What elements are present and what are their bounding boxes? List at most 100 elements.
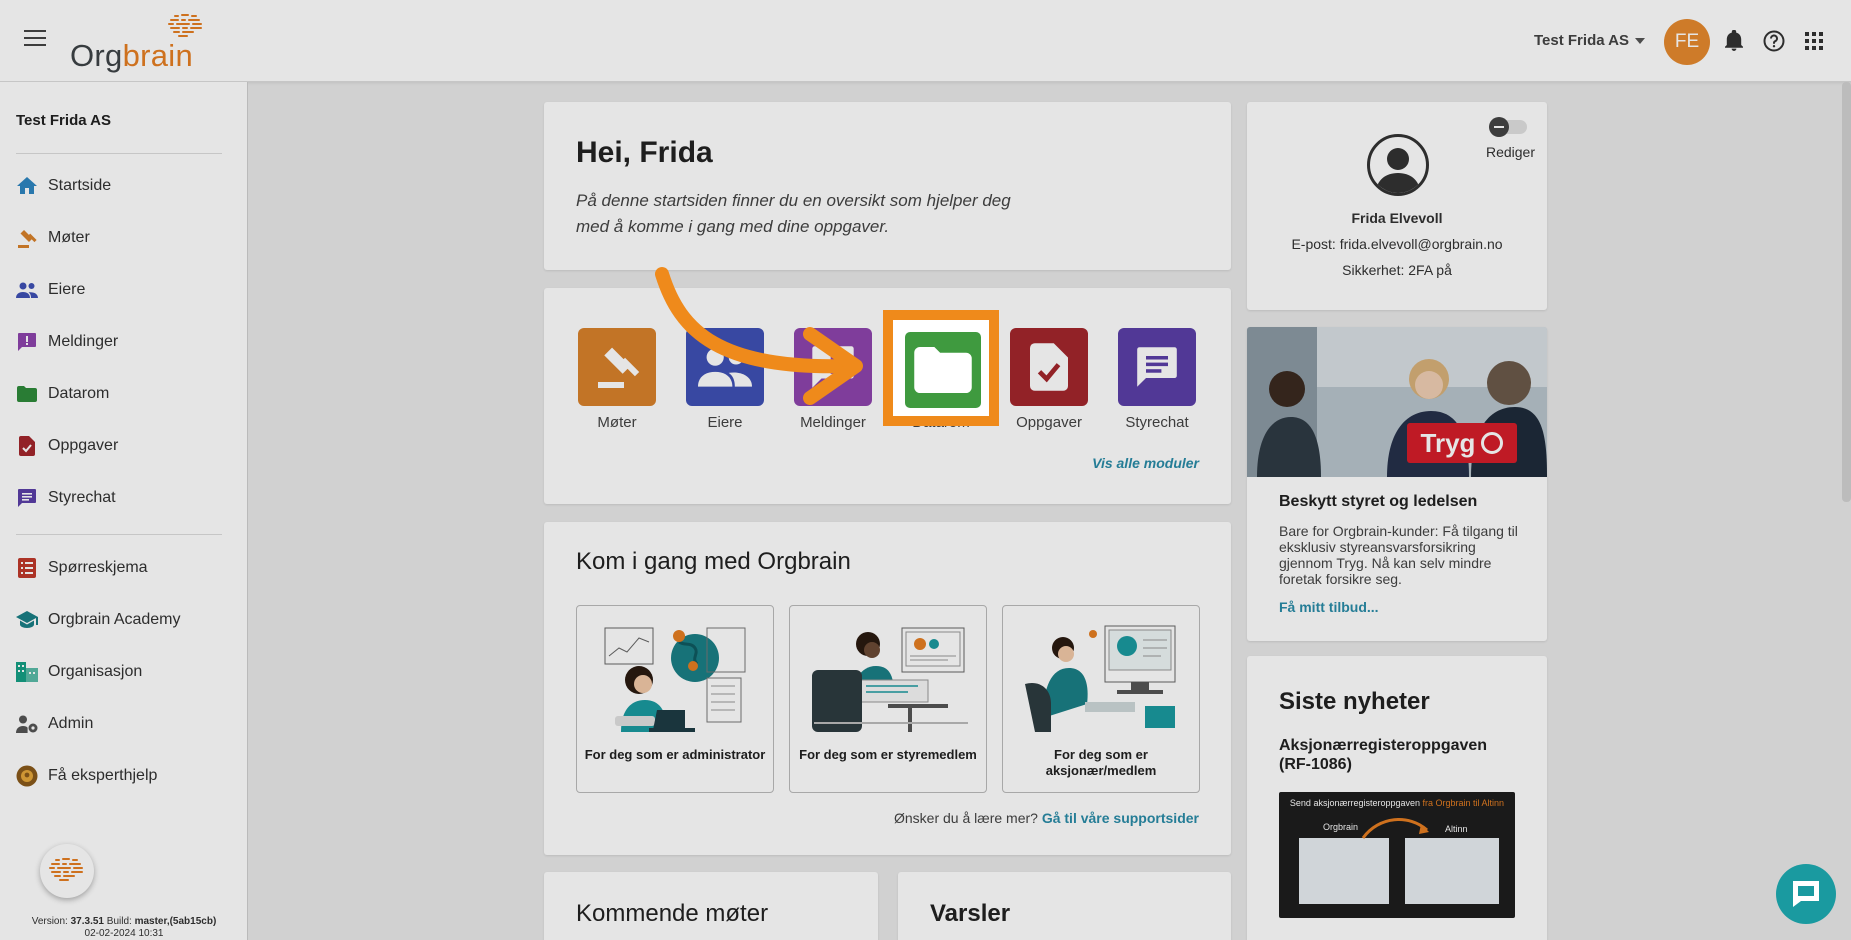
scrollbar[interactable] — [1842, 82, 1851, 502]
home-icon — [16, 175, 38, 197]
learn-more: Ønsker du å lære mer? Gå til våre suppor… — [893, 810, 1199, 826]
orgbrain-logo[interactable]: Orgbrain — [70, 14, 210, 73]
news-image-caption: Send aksjonærregisteroppgaven fra Orgbra… — [1289, 798, 1505, 808]
administrator-illustration — [604, 627, 746, 732]
chat-icon — [1118, 328, 1196, 406]
sidebar-item-meldinger[interactable]: Meldinger — [16, 326, 236, 358]
profile-toggle[interactable] — [1489, 117, 1527, 137]
sidebar-item-moter[interactable]: Møter — [16, 222, 236, 254]
orgbrain-helper-button[interactable] — [40, 844, 94, 898]
news-card: Siste nyheter Aksjonærregisteroppgaven (… — [1247, 656, 1547, 940]
sidebar-item-label: Admin — [48, 715, 94, 732]
sidebar-item-label: Spørreskjema — [48, 559, 148, 576]
sidebar-item-eksperthjelp[interactable]: Få eksperthjelp — [16, 760, 236, 792]
folder-icon — [905, 332, 981, 408]
module-label: Styrechat — [1125, 414, 1189, 431]
task-icon — [16, 435, 38, 457]
logo-brain-icon — [168, 14, 202, 37]
company-select[interactable]: Test Frida AS — [1534, 32, 1646, 49]
profile-email: E-post: frida.elvevoll@orgbrain.no — [1291, 236, 1503, 252]
module-oppgaver[interactable]: Oppgaver — [1009, 328, 1089, 431]
user-avatar[interactable]: FE — [1664, 19, 1710, 65]
sidebar-item-startside[interactable]: Startside — [16, 170, 236, 202]
profile-name: Frida Elvevoll — [1351, 210, 1443, 226]
role-card-label: For deg som er aksjonær/medlem — [1045, 747, 1157, 778]
divider — [16, 534, 222, 535]
message-alert-icon — [16, 331, 38, 353]
divider — [16, 153, 222, 154]
shareholder-illustration — [1025, 625, 1176, 732]
sidebar-item-datarom[interactable]: Datarom — [16, 378, 236, 410]
module-label: Oppgaver — [1016, 414, 1082, 431]
news-item-title[interactable]: Aksjonærregisteroppgaven (RF-1086) — [1279, 736, 1519, 774]
module-label: Eiere — [707, 414, 743, 431]
greeting-text: På denne startsiden finner du en oversik… — [576, 191, 1011, 236]
sidebar-item-label: Datarom — [48, 385, 110, 402]
survey-icon — [16, 557, 38, 579]
ad-text: Bare for Orgbrain-kunder: Få tilgang til… — [1279, 523, 1518, 587]
sidebar-item-label: Møter — [48, 229, 90, 246]
news-title: Siste nyheter — [1279, 688, 1430, 715]
sidebar-item-eiere[interactable]: Eiere — [16, 274, 236, 306]
greeting-card: Hei, Frida På denne startsiden finner du… — [544, 102, 1231, 270]
module-label: Meldinger — [800, 414, 866, 431]
chevron-down-icon — [1635, 38, 1646, 45]
admin-icon — [16, 713, 38, 735]
tutorial-arrow-icon — [655, 267, 863, 405]
arrow-icon — [1361, 818, 1429, 839]
expert-help-icon — [16, 765, 38, 787]
sidebar-item-organisasjon[interactable]: Organisasjon — [16, 656, 236, 688]
gavel-icon — [16, 227, 38, 249]
top-bar: Orgbrain Test Frida AS FE — [0, 0, 1851, 82]
folder-icon — [16, 383, 38, 405]
sidebar-item-label: Startside — [48, 177, 112, 194]
upcoming-meetings-title: Kommende møter — [576, 900, 769, 927]
role-card-label: For deg som er administrator — [584, 747, 766, 762]
news-item-image[interactable]: Send aksjonærregisteroppgaven fra Orgbra… — [1279, 792, 1515, 918]
news-screen-left — [1299, 838, 1389, 904]
sidebar-item-academy[interactable]: Orgbrain Academy — [16, 604, 236, 636]
role-card-administrator[interactable]: For deg som er administrator — [576, 605, 774, 793]
organization-icon — [16, 661, 38, 683]
news-image-right: Altinn — [1445, 824, 1468, 834]
support-pages-link[interactable]: Gå til våre supportsider — [1042, 810, 1199, 826]
menu-icon[interactable] — [24, 30, 46, 46]
chat-bubble-icon — [1793, 881, 1819, 907]
logo-brain-icon — [49, 858, 83, 881]
profile-security: Sikkerhet: 2FA på — [1342, 262, 1452, 278]
see-all-modules-link[interactable]: Vis alle moduler — [1092, 455, 1199, 471]
apps-grid-icon[interactable] — [1802, 29, 1826, 53]
bell-icon[interactable] — [1722, 29, 1746, 53]
alerts-card: Varsler — [898, 872, 1231, 940]
chat-support-button[interactable] — [1776, 864, 1836, 924]
get-started-title: Kom i gang med Orgbrain — [576, 548, 851, 575]
sidebar-item-admin[interactable]: Admin — [16, 708, 236, 740]
sidebar-item-styrechat[interactable]: Styrechat — [16, 482, 236, 514]
highlighted-module-datarom[interactable] — [883, 310, 999, 426]
alerts-title: Varsler — [930, 900, 1011, 927]
people-icon — [16, 279, 38, 301]
role-card-label: For deg som er styremedlem — [799, 747, 977, 762]
task-icon — [1010, 328, 1088, 406]
sidebar-item-oppgaver[interactable]: Oppgaver — [16, 430, 236, 462]
org-name: Test Frida AS — [16, 112, 112, 129]
get-offer-link[interactable]: Få mitt tilbud... — [1279, 599, 1379, 615]
sidebar-item-label: Eiere — [48, 281, 86, 298]
insurance-ad-card: Tryg Beskytt styret og ledelsen Bare for… — [1247, 327, 1547, 641]
board-member-illustration — [812, 627, 968, 732]
module-moter[interactable]: Møter — [577, 328, 657, 431]
profile-card: Rediger Frida Elvevoll E-post: frida.elv… — [1247, 102, 1547, 310]
gavel-icon — [578, 328, 656, 406]
module-label: Møter — [597, 414, 637, 431]
profile-avatar-icon — [1367, 134, 1429, 196]
edit-profile-button[interactable]: Rediger — [1486, 144, 1535, 160]
module-styrechat[interactable]: Styrechat — [1117, 328, 1197, 431]
get-started-card: Kom i gang med Orgbrain For deg som er a… — [544, 522, 1231, 855]
role-card-aksjonaer[interactable]: For deg som er aksjonær/medlem — [1002, 605, 1200, 793]
ad-title: Beskytt styret og ledelsen — [1279, 493, 1478, 510]
chat-icon — [16, 487, 38, 509]
sidebar-item-label: Meldinger — [48, 333, 119, 350]
help-icon[interactable] — [1762, 29, 1786, 53]
sidebar-item-sporreskjema[interactable]: Spørreskjema — [16, 552, 236, 584]
role-card-styremedlem[interactable]: For deg som er styremedlem — [789, 605, 987, 793]
